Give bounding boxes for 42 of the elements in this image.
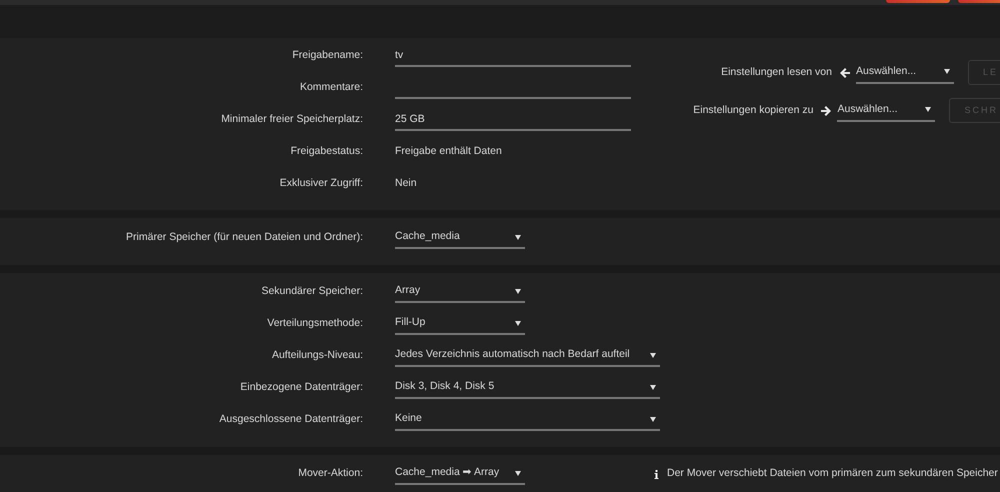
field-value: Freigabe enthält Daten (395, 145, 502, 158)
field-label: Aufteilungs-Niveau: (270, 348, 363, 364)
caret-icon (515, 288, 521, 294)
header-button[interactable] (958, 0, 1000, 3)
field-label: Exklusiver Zugriff: (278, 176, 363, 192)
info-text: Der Mover verschiebt Dateien vom primären zum sekundären Speicher (667, 466, 998, 482)
info-icon (654, 470, 659, 478)
caret-icon (925, 107, 932, 112)
caret-icon (650, 416, 656, 422)
field-label: Mover-Aktion: (297, 466, 363, 482)
select-field[interactable]: Auswählen... (856, 62, 954, 84)
field-label: Kommentare: (298, 80, 363, 96)
settings-label: Einstellungen kopieren zu (693, 102, 814, 118)
caret-icon (515, 320, 521, 326)
field-value: Nein (395, 177, 417, 190)
caret-icon (650, 384, 656, 390)
field-label: Primärer Speicher (für neuen Dateien und Ordner): (125, 230, 363, 246)
caret-icon (515, 470, 521, 476)
field-label: Ausgeschlossene Datenträger: (218, 412, 363, 428)
field-label: Minimaler freier Speicherplatz: (220, 112, 363, 128)
select-field[interactable]: Cache_media ➡ Array (395, 463, 525, 485)
field-label: Sekundärer Speicher: (260, 284, 363, 300)
select-field[interactable]: Keine (395, 409, 660, 431)
select-field[interactable]: Disk 3, Disk 4, Disk 5 (395, 377, 660, 399)
settings-label: Einstellungen lesen von (721, 64, 832, 80)
caret-icon (944, 69, 950, 74)
select-field[interactable]: Array (395, 281, 525, 303)
arrow-right-icon (821, 106, 832, 116)
arrow-left-icon (840, 68, 850, 78)
field-label: Freigabename: (291, 48, 363, 64)
header-button[interactable] (886, 0, 950, 3)
select-field[interactable]: Auswählen... (837, 100, 936, 122)
field-label: Freigabestatus: (290, 144, 363, 160)
caret-icon (515, 234, 521, 240)
input-field[interactable]: 25 GB (395, 109, 631, 131)
select-field[interactable]: Jedes Verzeichnis automatisch nach Bedarf aufteil (395, 345, 660, 367)
field-label: Einbezogene Datenträger: (239, 380, 363, 396)
caret-icon (650, 352, 656, 358)
select-field[interactable]: Cache_media (395, 227, 525, 249)
select-field[interactable]: Fill-Up (395, 313, 525, 335)
input-field[interactable]: tv (395, 45, 631, 67)
field-label: Verteilungsmethode: (266, 316, 363, 332)
